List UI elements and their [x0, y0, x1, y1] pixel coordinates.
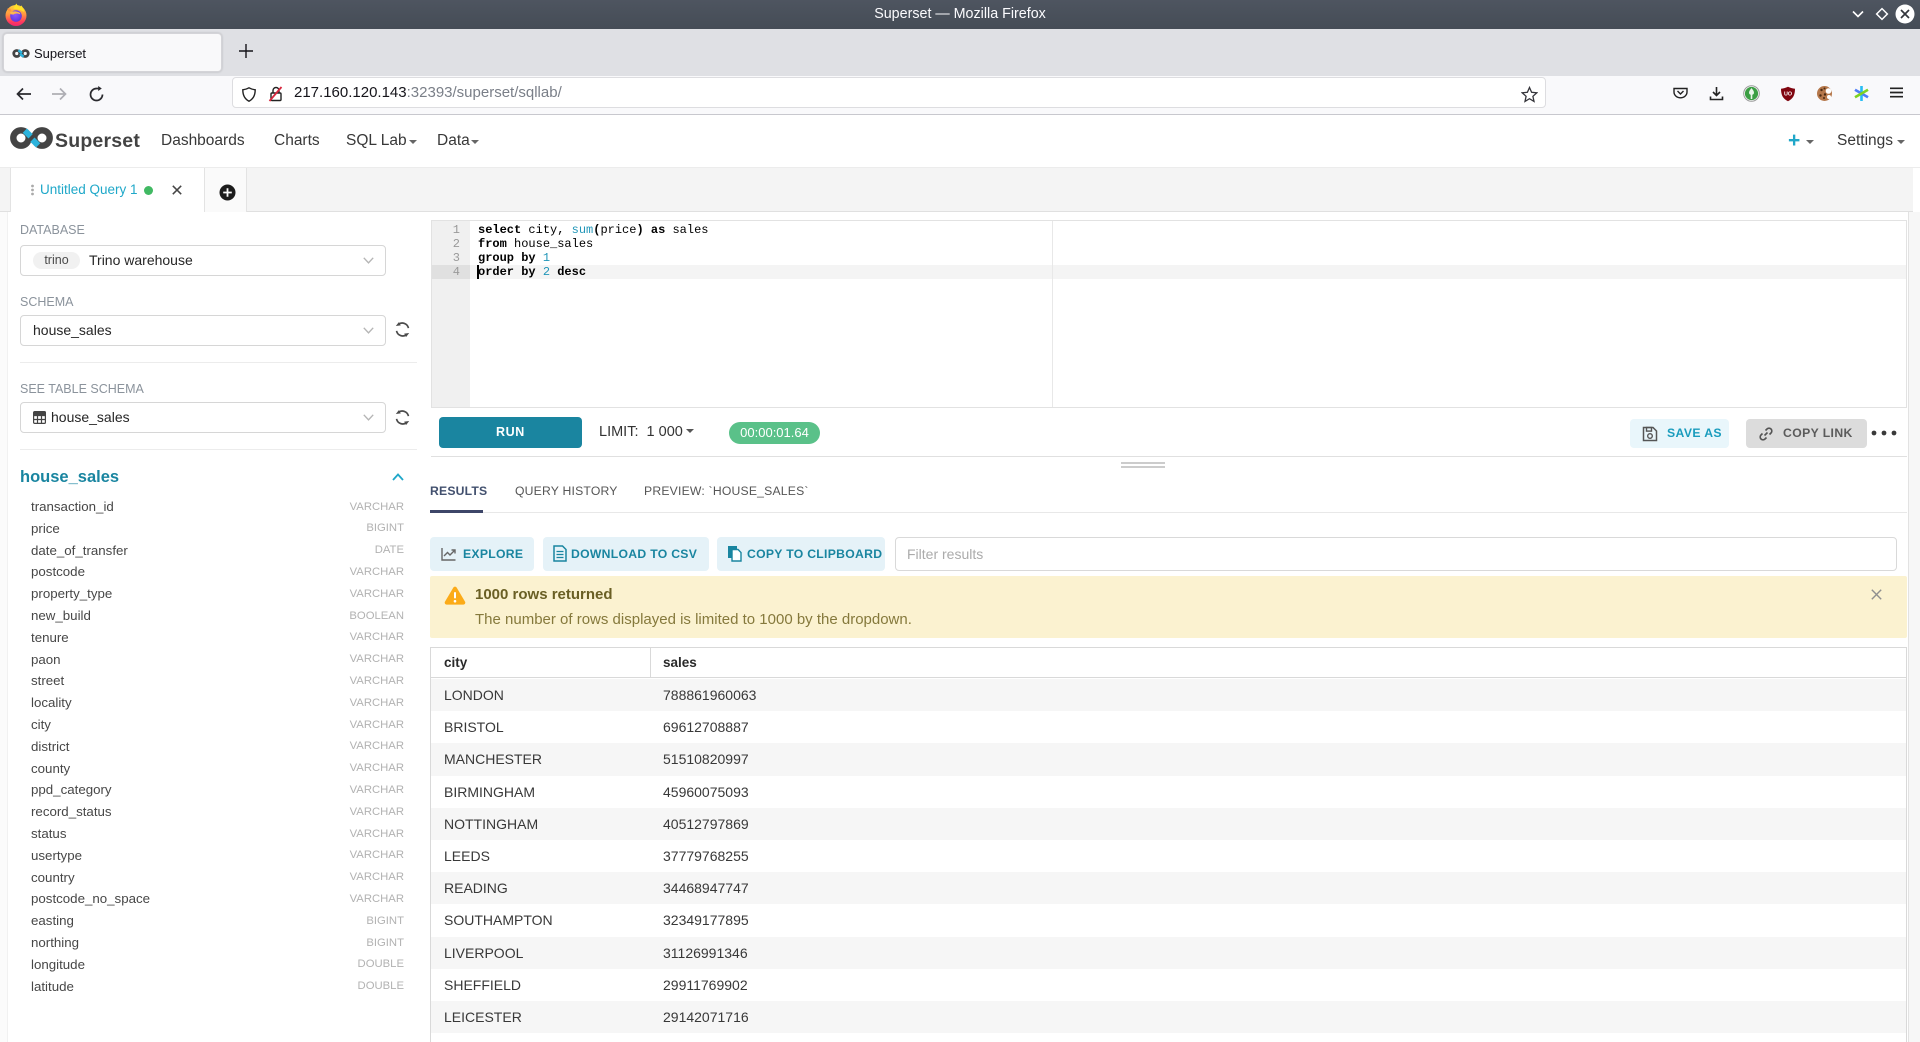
svg-text:UO: UO [1784, 92, 1792, 98]
